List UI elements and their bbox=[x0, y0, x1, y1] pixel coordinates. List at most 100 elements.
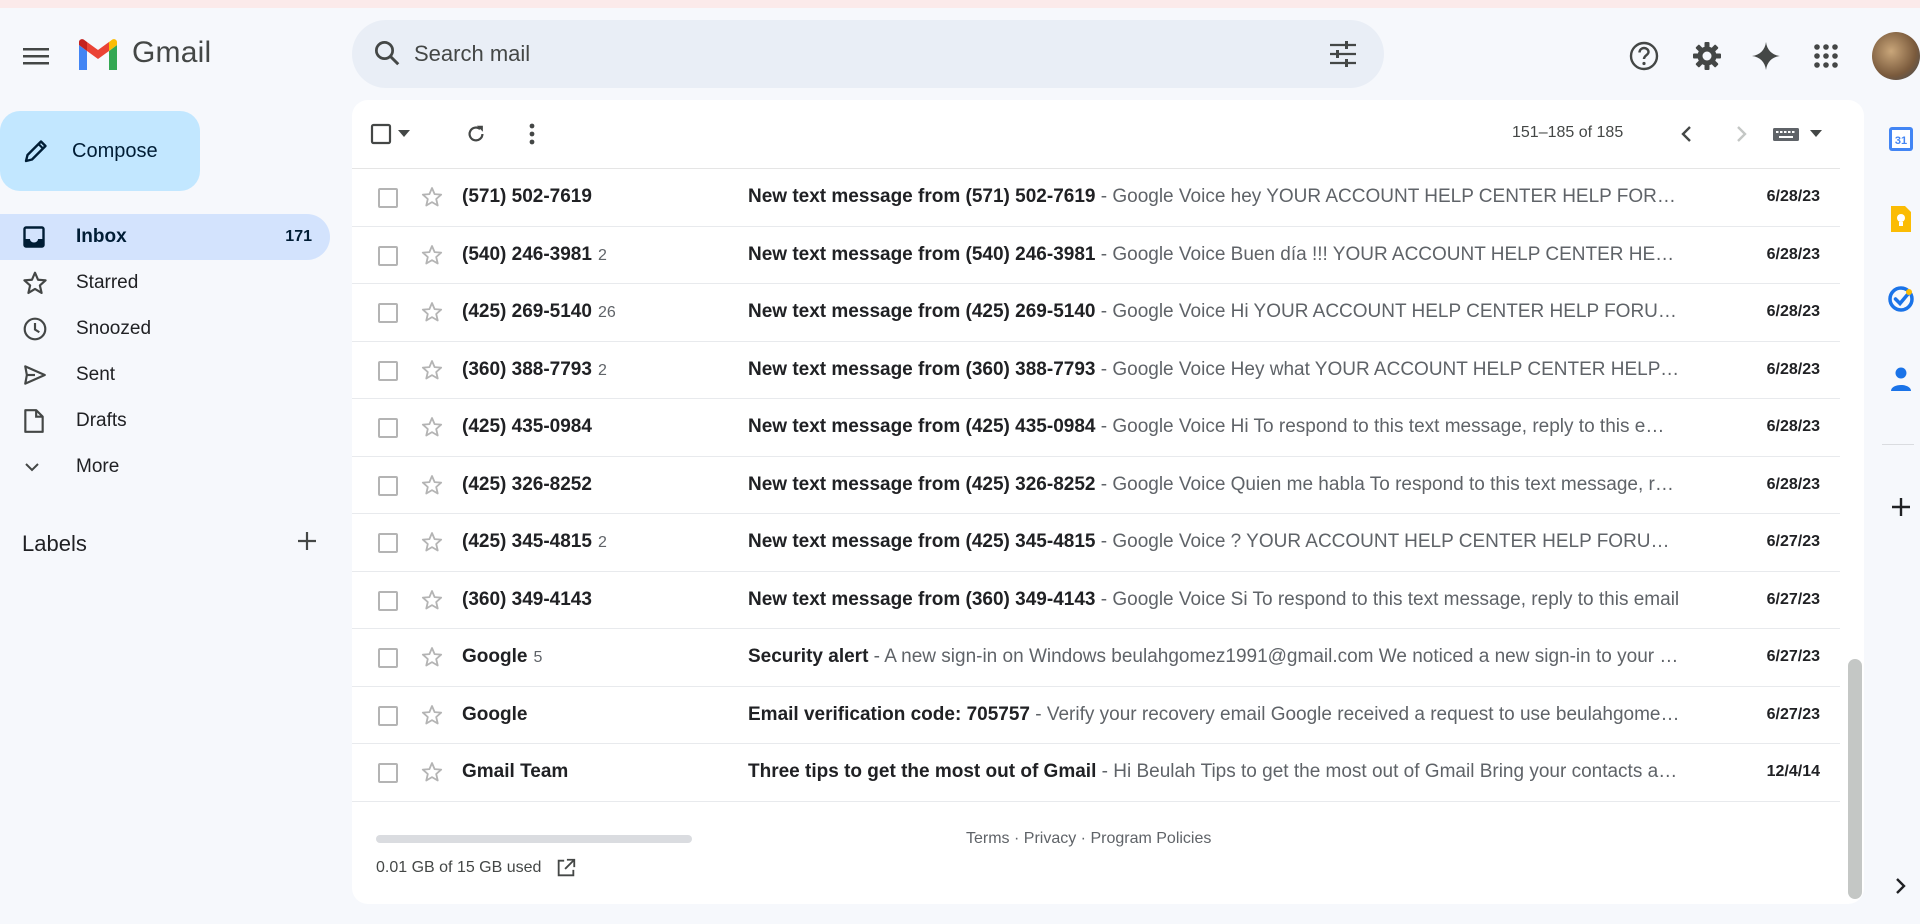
email-row[interactable]: (360) 388-7793 2 New text message from (3… bbox=[352, 342, 1840, 399]
side-panel-divider bbox=[1882, 444, 1914, 445]
gmail-logo[interactable]: Gmail bbox=[76, 36, 211, 70]
email-row[interactable]: (425) 435-0984 New text message from (42… bbox=[352, 399, 1840, 457]
get-addons-button[interactable] bbox=[1886, 492, 1916, 522]
older-button[interactable] bbox=[1722, 114, 1762, 154]
star-toggle[interactable] bbox=[420, 645, 444, 675]
row-checkbox[interactable] bbox=[378, 590, 398, 611]
star-toggle[interactable] bbox=[420, 473, 444, 503]
thread-count: 2 bbox=[597, 246, 607, 264]
row-checkbox[interactable] bbox=[378, 533, 398, 553]
sidebar-item-more[interactable]: More bbox=[0, 444, 330, 490]
scrollbar-thumb[interactable] bbox=[1848, 659, 1862, 899]
support-button[interactable] bbox=[1620, 32, 1668, 80]
email-row[interactable]: (360) 349-4143 New text message from (36… bbox=[352, 572, 1840, 629]
privacy-link[interactable]: Privacy bbox=[1024, 830, 1076, 847]
email-snippet: - Google Voice Hey what YOUR ACCOUNT HEL… bbox=[1100, 358, 1680, 380]
show-side-panel-button[interactable] bbox=[1886, 871, 1916, 901]
hamburger-menu-icon bbox=[23, 48, 49, 65]
separator: · bbox=[1009, 830, 1024, 847]
email-row[interactable]: Google 5 Security alert - A new sign-in o… bbox=[352, 629, 1840, 687]
email-snippet: - A new sign-in on Windows beulahgomez19… bbox=[873, 646, 1680, 668]
search-input[interactable] bbox=[414, 34, 1274, 74]
apps-grid-icon bbox=[1814, 44, 1838, 68]
row-checkbox[interactable] bbox=[378, 763, 398, 783]
chevron-right-icon bbox=[1896, 878, 1906, 894]
row-checkbox[interactable] bbox=[378, 648, 398, 668]
email-date: 6/28/23 bbox=[1766, 188, 1820, 206]
sidebar-item-starred[interactable]: Starred bbox=[0, 260, 330, 306]
search-icon[interactable] bbox=[372, 38, 402, 73]
email-subject: New text message from (360) 349-4143 bbox=[748, 588, 1096, 610]
row-checkbox[interactable] bbox=[378, 188, 398, 208]
star-icon bbox=[421, 532, 443, 552]
search-options-icon[interactable] bbox=[1328, 40, 1358, 73]
google-apps-button[interactable] bbox=[1802, 32, 1850, 80]
sidebar-item-inbox[interactable]: Inbox 171 bbox=[0, 214, 330, 260]
checkbox-icon bbox=[370, 123, 392, 145]
input-tools-button[interactable] bbox=[1762, 114, 1832, 154]
email-row[interactable]: (425) 269-5140 26 New text message from (… bbox=[352, 284, 1840, 342]
inbox-icon bbox=[22, 225, 52, 249]
select-dropdown-button[interactable] bbox=[392, 114, 416, 154]
email-row[interactable]: Google Email verification code: 705757 -… bbox=[352, 687, 1840, 744]
sidebar-item-snoozed[interactable]: Snoozed bbox=[0, 306, 330, 352]
email-sender: Gmail Team bbox=[462, 761, 574, 783]
compose-button[interactable]: Compose bbox=[0, 111, 200, 191]
star-toggle[interactable] bbox=[420, 300, 444, 330]
row-checkbox[interactable] bbox=[378, 705, 398, 726]
row-checkbox[interactable] bbox=[378, 418, 398, 438]
tasks-app-button[interactable] bbox=[1886, 284, 1916, 314]
more-options-button[interactable] bbox=[512, 114, 552, 154]
email-row[interactable]: (425) 326-8252 New text message from (42… bbox=[352, 457, 1840, 514]
calendar-app-button[interactable]: 31 bbox=[1886, 124, 1916, 154]
row-checkbox[interactable] bbox=[378, 360, 398, 381]
sidebar-item-sent[interactable]: Sent bbox=[0, 352, 330, 398]
star-toggle[interactable] bbox=[420, 358, 444, 388]
email-content: New text message from (425) 345-4815 - G… bbox=[748, 531, 1680, 553]
sender-name: (360) 349-4143 bbox=[462, 588, 592, 610]
keep-app-button[interactable] bbox=[1886, 204, 1916, 234]
sidebar-item-label: Drafts bbox=[76, 410, 127, 431]
mail-toolbar: 151–185 of 185 bbox=[352, 100, 1864, 168]
settings-button[interactable] bbox=[1683, 32, 1731, 80]
star-toggle[interactable] bbox=[420, 760, 444, 790]
external-link-icon[interactable] bbox=[555, 857, 577, 879]
row-checkbox[interactable] bbox=[378, 475, 398, 496]
email-row[interactable]: Gmail Team Three tips to get the most ou… bbox=[352, 744, 1840, 802]
terms-link[interactable]: Terms bbox=[966, 830, 1010, 847]
email-subject: New text message from (360) 388-7793 bbox=[748, 358, 1096, 380]
row-checkbox[interactable] bbox=[378, 303, 398, 323]
gemini-button[interactable] bbox=[1742, 32, 1790, 80]
top-accent-line bbox=[0, 0, 1920, 8]
email-sender: Google 5 bbox=[462, 646, 542, 668]
separator: · bbox=[1076, 830, 1091, 847]
star-toggle[interactable] bbox=[420, 185, 444, 215]
program-policies-link[interactable]: Program Policies bbox=[1090, 830, 1211, 847]
star-toggle[interactable] bbox=[420, 243, 444, 273]
email-sender: (425) 435-0984 bbox=[462, 416, 598, 438]
star-toggle[interactable] bbox=[420, 588, 444, 618]
row-checkbox[interactable] bbox=[378, 245, 398, 266]
storage-text: 0.01 GB of 15 GB used bbox=[376, 859, 542, 876]
contacts-app-button[interactable] bbox=[1886, 364, 1916, 394]
chevron-right-icon bbox=[1737, 126, 1747, 142]
email-content: New text message from (360) 388-7793 - G… bbox=[748, 359, 1680, 381]
email-date: 6/27/23 bbox=[1766, 648, 1820, 666]
account-avatar[interactable] bbox=[1872, 32, 1920, 80]
chevron-left-icon bbox=[1681, 126, 1691, 142]
email-row[interactable]: (540) 246-3981 2 New text message from (5… bbox=[352, 227, 1840, 284]
create-label-button[interactable] bbox=[296, 530, 318, 558]
email-row[interactable]: (571) 502-7619 New text message from (57… bbox=[352, 169, 1840, 227]
email-row[interactable]: (425) 345-4815 2 New text message from (4… bbox=[352, 514, 1840, 572]
email-subject: Email verification code: 705757 bbox=[748, 703, 1030, 725]
main-menu-button[interactable] bbox=[14, 34, 58, 78]
sidebar-item-drafts[interactable]: Drafts bbox=[0, 398, 330, 444]
star-toggle[interactable] bbox=[420, 415, 444, 445]
refresh-button[interactable] bbox=[456, 114, 496, 154]
star-icon bbox=[421, 417, 443, 437]
star-toggle[interactable] bbox=[420, 530, 444, 560]
mail-list-panel: 151–185 of 185 (571) 502-7619 New text m… bbox=[352, 100, 1864, 904]
draft-icon bbox=[22, 408, 52, 434]
star-toggle[interactable] bbox=[420, 703, 444, 733]
newer-button[interactable] bbox=[1666, 114, 1706, 154]
